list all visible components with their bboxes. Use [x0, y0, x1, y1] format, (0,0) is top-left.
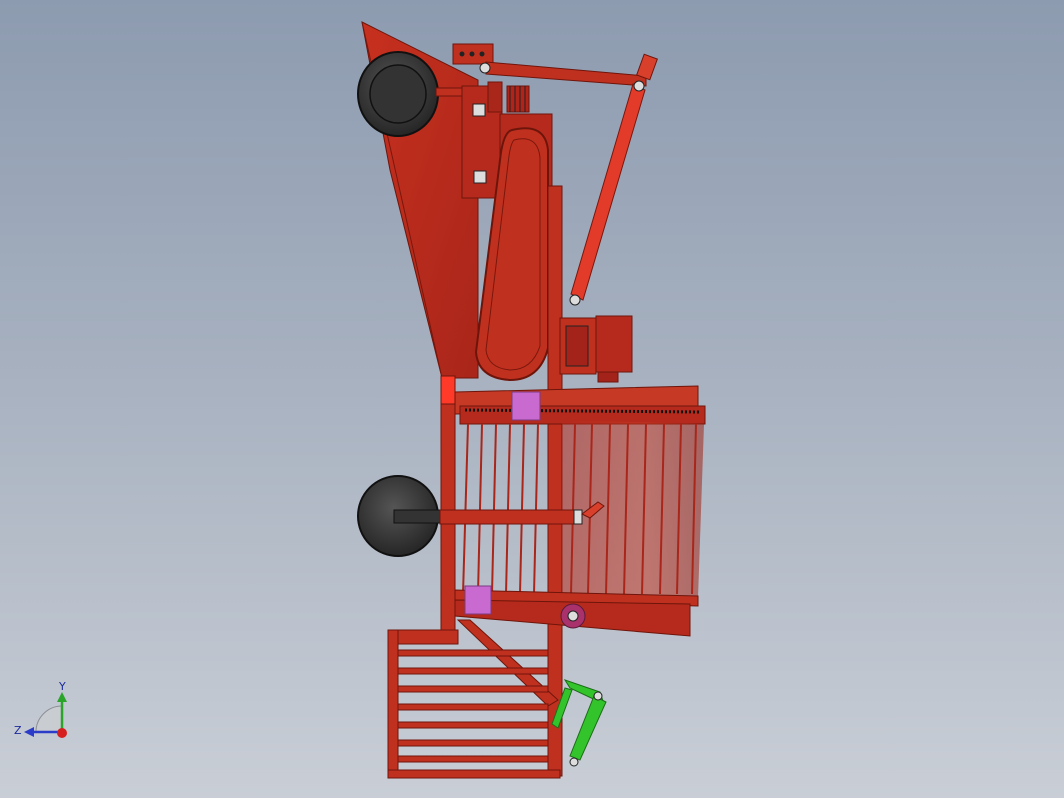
triad-y-label: Y [58, 680, 66, 693]
drum-roller-top [511, 391, 541, 421]
spring-assembly [506, 85, 530, 113]
cad-viewport[interactable]: Y Z [0, 0, 1064, 798]
hydraulic-cylinder [569, 80, 646, 306]
x-axis-icon [57, 728, 67, 738]
main-post-left [440, 375, 456, 633]
machine-model[interactable] [0, 0, 1064, 798]
orientation-triad[interactable]: Y Z [10, 676, 80, 746]
base-frame [387, 619, 561, 779]
drum-hub [560, 603, 586, 629]
triad-z-label: Z [14, 724, 22, 737]
drum-roller-bottom [464, 585, 492, 615]
main-post-right [547, 185, 563, 777]
triad-arc-icon [35, 705, 63, 733]
motor-gearbox [559, 315, 633, 383]
post-cap [440, 375, 456, 405]
top-link-arm [479, 53, 658, 87]
